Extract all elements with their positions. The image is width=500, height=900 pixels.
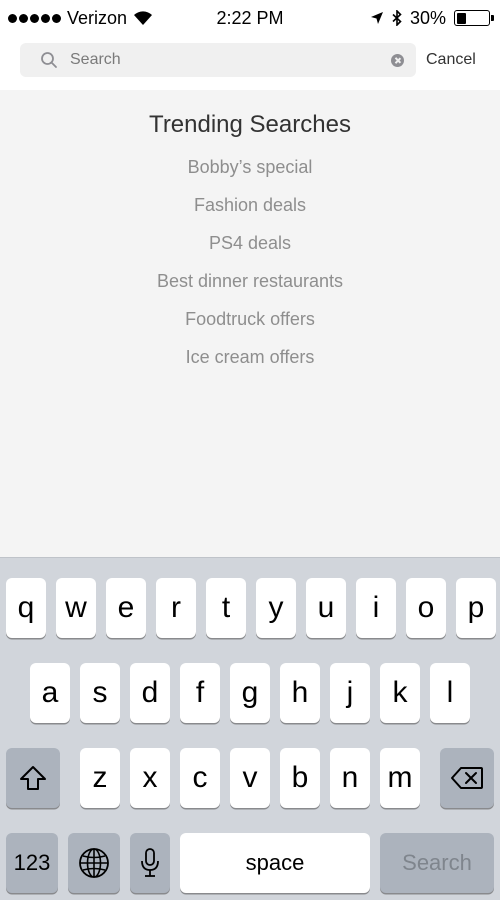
microphone-key[interactable] [130, 833, 170, 893]
search-bar[interactable] [20, 43, 416, 77]
status-right: 30% [370, 7, 494, 29]
trending-item[interactable]: PS4 deals [0, 224, 500, 262]
trending-section: Trending Searches Bobby’s special Fashio… [0, 90, 500, 557]
trending-list: Bobby’s special Fashion deals PS4 deals … [0, 148, 500, 376]
key-n[interactable]: n [330, 748, 370, 808]
microphone-icon [141, 848, 159, 877]
wifi-icon [134, 11, 153, 25]
trending-item[interactable]: Foodtruck offers [0, 300, 500, 338]
trending-item[interactable]: Ice cream offers [0, 338, 500, 376]
search-icon [41, 52, 57, 68]
key-s[interactable]: s [80, 663, 120, 723]
keyboard: q w e r t y u i o p a s d f g h j k l z … [0, 557, 500, 900]
key-u[interactable]: u [306, 578, 346, 638]
status-bar: Verizon 2:22 PM 30% [0, 0, 500, 36]
key-v[interactable]: v [230, 748, 270, 808]
backspace-icon [451, 767, 483, 789]
signal-strength-icon [8, 13, 61, 23]
bluetooth-icon [392, 10, 402, 26]
key-z[interactable]: z [80, 748, 120, 808]
key-m[interactable]: m [380, 748, 420, 808]
key-c[interactable]: c [180, 748, 220, 808]
key-e[interactable]: e [106, 578, 146, 638]
key-y[interactable]: y [256, 578, 296, 638]
shift-key[interactable] [6, 748, 60, 808]
key-j[interactable]: j [330, 663, 370, 723]
location-arrow-icon [370, 12, 383, 24]
backspace-key[interactable] [440, 748, 494, 808]
search-key[interactable]: Search [380, 833, 494, 893]
key-b[interactable]: b [280, 748, 320, 808]
key-d[interactable]: d [130, 663, 170, 723]
battery-percentage: 30% [409, 8, 446, 28]
key-f[interactable]: f [180, 663, 220, 723]
key-p[interactable]: p [456, 578, 496, 638]
key-k[interactable]: k [380, 663, 420, 723]
trending-title: Trending Searches [149, 111, 351, 138]
trending-item[interactable]: Bobby’s special [0, 148, 500, 186]
battery-level [456, 12, 466, 24]
trending-item[interactable]: Fashion deals [0, 186, 500, 224]
globe-icon [79, 848, 109, 878]
search-header: Cancel [0, 36, 500, 90]
key-h[interactable]: h [280, 663, 320, 723]
battery-icon [454, 10, 494, 26]
search-input[interactable] [70, 43, 390, 77]
key-w[interactable]: w [56, 578, 96, 638]
key-i[interactable]: i [356, 578, 396, 638]
cancel-button[interactable]: Cancel [426, 43, 476, 77]
key-l[interactable]: l [430, 663, 470, 723]
shift-icon [20, 766, 46, 790]
clear-search-icon[interactable] [391, 54, 404, 67]
status-left: Verizon [8, 7, 153, 29]
carrier-name: Verizon [67, 8, 128, 28]
space-key[interactable]: space [180, 833, 370, 893]
numbers-key[interactable]: 123 [6, 833, 58, 893]
key-x[interactable]: x [130, 748, 170, 808]
key-r[interactable]: r [156, 578, 196, 638]
key-g[interactable]: g [230, 663, 270, 723]
trending-item[interactable]: Best dinner restaurants [0, 262, 500, 300]
key-t[interactable]: t [206, 578, 246, 638]
key-o[interactable]: o [406, 578, 446, 638]
key-q[interactable]: q [6, 578, 46, 638]
globe-key[interactable] [68, 833, 120, 893]
key-a[interactable]: a [30, 663, 70, 723]
